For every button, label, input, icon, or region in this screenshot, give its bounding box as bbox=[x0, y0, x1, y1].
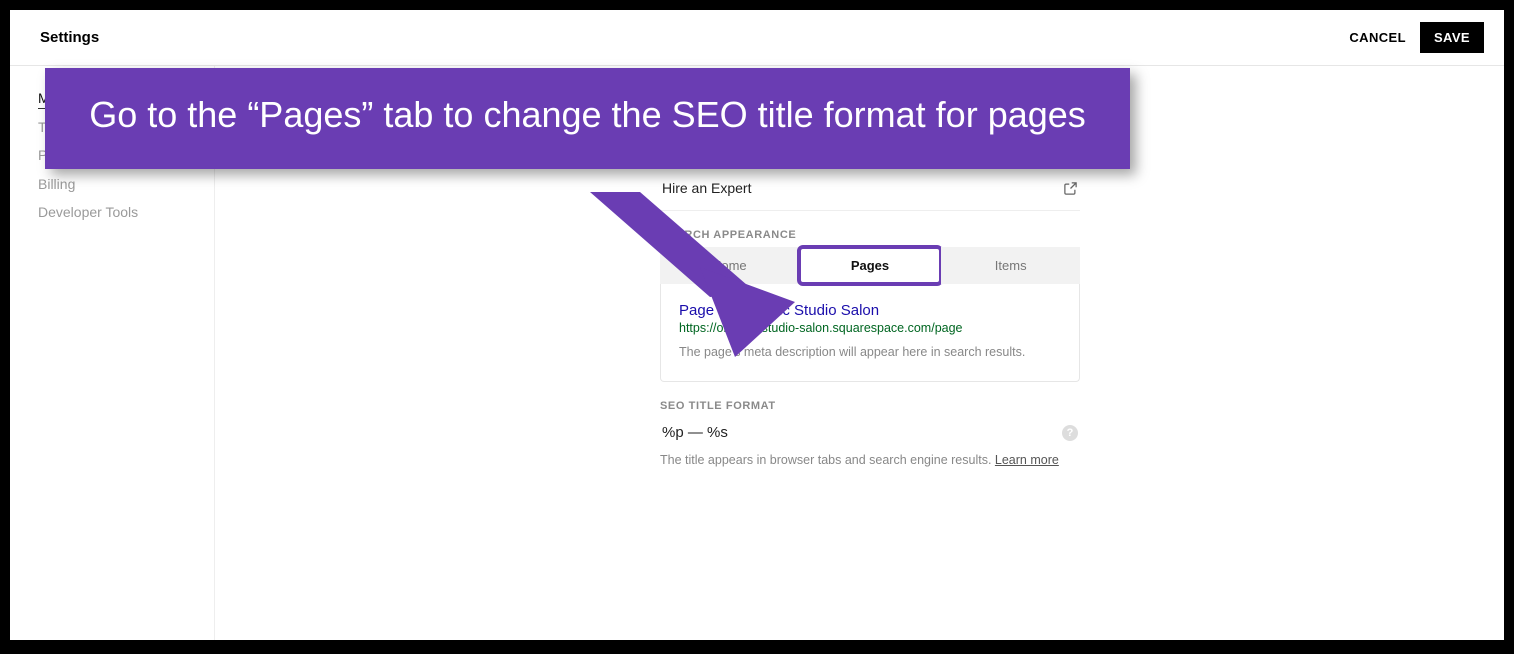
page-title: Settings bbox=[40, 29, 99, 46]
sidebar-item-billing[interactable]: Billing bbox=[38, 170, 202, 198]
tab-home[interactable]: Home bbox=[660, 247, 799, 284]
preview-url: https://organic-studio-salon.squarespace… bbox=[679, 321, 1061, 335]
save-button[interactable]: SAVE bbox=[1420, 22, 1484, 53]
annotation-callout: Go to the “Pages” tab to change the SEO … bbox=[45, 68, 1130, 169]
tab-items[interactable]: Items bbox=[941, 247, 1080, 284]
topbar: Settings CANCEL SAVE bbox=[10, 10, 1504, 66]
topbar-actions: CANCEL SAVE bbox=[1349, 22, 1484, 53]
learn-more-link[interactable]: Learn more bbox=[995, 453, 1059, 467]
helper-text: The title appears in browser tabs and se… bbox=[660, 453, 1080, 467]
row-hire-an-expert[interactable]: Hire an Expert bbox=[660, 166, 1080, 211]
section-label-seo-title-format: SEO TITLE FORMAT bbox=[660, 400, 1080, 412]
tab-pages[interactable]: Pages bbox=[797, 245, 944, 286]
row-label: Hire an Expert bbox=[662, 180, 751, 196]
seo-title-format-value: %p — %s bbox=[662, 424, 728, 441]
sidebar-item-developer-tools[interactable]: Developer Tools bbox=[38, 198, 202, 226]
preview-title: Page — Organic Studio Salon bbox=[679, 302, 1061, 319]
seo-title-format-row[interactable]: %p — %s ? bbox=[660, 418, 1080, 447]
section-label-search-appearance: SEARCH APPEARANCE bbox=[660, 229, 1080, 241]
external-link-icon bbox=[1062, 180, 1078, 196]
help-icon[interactable]: ? bbox=[1062, 425, 1078, 441]
preview-description: The page's meta description will appear … bbox=[679, 345, 1061, 359]
app-window: Settings CANCEL SAVE Marketing Third Par… bbox=[10, 10, 1504, 640]
cancel-button[interactable]: CANCEL bbox=[1349, 30, 1406, 45]
helper-text-body: The title appears in browser tabs and se… bbox=[660, 453, 995, 467]
search-appearance-tabs: Home Pages Items bbox=[660, 247, 1080, 284]
search-preview-card: Page — Organic Studio Salon https://orga… bbox=[660, 284, 1080, 382]
